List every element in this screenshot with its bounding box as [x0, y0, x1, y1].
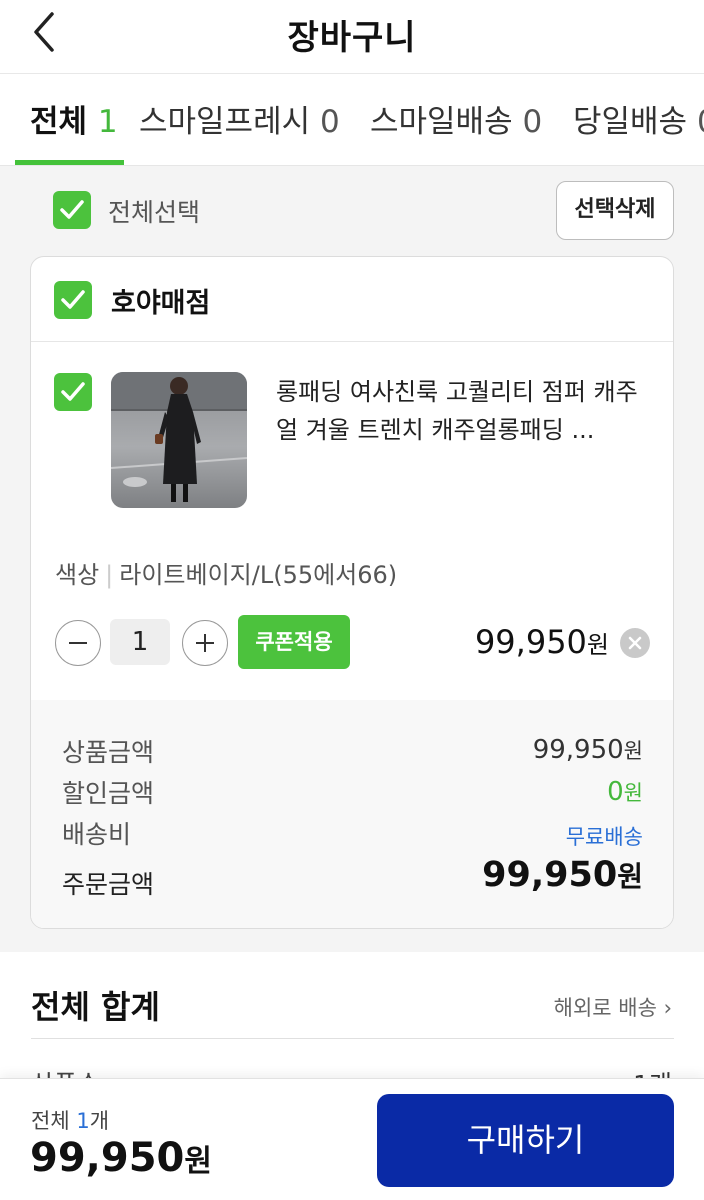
- product-amount-value: 99,950원: [532, 735, 643, 765]
- tab-smile-fresh[interactable]: 스마일프레시 0: [139, 96, 340, 141]
- shipping-label: 배송비: [62, 820, 132, 849]
- select-all-checkbox[interactable]: [53, 191, 91, 229]
- tab-count: 0: [319, 104, 340, 140]
- tab-same-day[interactable]: 당일배송 0: [573, 96, 704, 141]
- app-header: 장바구니: [0, 0, 704, 74]
- item-checkbox[interactable]: [54, 373, 92, 411]
- product-thumbnail[interactable]: [111, 372, 247, 508]
- store-card: 호야매점 롱패딩 여사친룩 고퀄리티 점퍼 캐주얼 겨울 트렌치 캐주얼롱패딩 …: [30, 256, 674, 929]
- buy-button[interactable]: 구매하기: [377, 1094, 674, 1187]
- order-amount-label: 주문금액: [62, 870, 155, 899]
- tab-count: 0: [697, 104, 704, 140]
- total-price: 99,950원: [30, 1135, 212, 1181]
- remove-item-button[interactable]: [620, 628, 650, 658]
- store-name: 호야매점: [111, 288, 211, 319]
- product-option: 색상 | 라이트베이지/L(55에서66): [55, 561, 398, 589]
- checkmark-icon: [60, 200, 84, 219]
- discount-value: 0원: [607, 777, 643, 807]
- tab-label: 스마일배송: [370, 104, 513, 140]
- store-checkbox[interactable]: [54, 281, 92, 319]
- checkmark-icon: [61, 382, 85, 401]
- delete-selected-button[interactable]: 선택삭제: [556, 181, 674, 240]
- checkout-bar: 전체 1개 99,950원 구매하기: [0, 1078, 704, 1200]
- tab-count: 0: [522, 104, 543, 140]
- close-icon: [628, 636, 642, 650]
- total-title: 전체 합계: [31, 988, 160, 1026]
- select-all-label: 전체선택: [108, 198, 201, 227]
- plus-icon: [196, 634, 214, 652]
- apply-coupon-button[interactable]: 쿠폰적용: [238, 615, 350, 669]
- quantity-decrease-button[interactable]: [55, 620, 101, 666]
- quantity-increase-button[interactable]: [182, 620, 228, 666]
- quantity-value[interactable]: 1: [110, 619, 170, 665]
- minus-icon: [69, 642, 87, 644]
- order-summary: 상품금액 99,950원 할인금액 0원 배송비 무료배송 주문금액 99,95…: [31, 700, 673, 928]
- tab-label: 당일배송: [573, 104, 688, 140]
- tab-smile-delivery[interactable]: 스마일배송 0: [370, 96, 542, 141]
- option-label: 색상: [55, 561, 100, 589]
- tab-all[interactable]: 전체 1: [30, 96, 118, 141]
- order-amount-value: 99,950원: [482, 855, 643, 895]
- total-count-label: 전체 1개: [31, 1109, 110, 1133]
- tab-label: 전체: [30, 104, 88, 140]
- product-amount-label: 상품금액: [62, 738, 155, 767]
- discount-label: 할인금액: [62, 779, 155, 808]
- checkmark-icon: [61, 290, 85, 309]
- product-title[interactable]: 롱패딩 여사친룩 고퀄리티 점퍼 캐주얼 겨울 트렌치 캐주얼롱패딩 ...: [276, 373, 646, 449]
- delivery-tabs: 전체 1 스마일프레시 0 스마일배송 0 당일배송 0: [0, 74, 704, 166]
- overseas-shipping-link[interactable]: 해외로 배송 ›: [554, 992, 672, 1022]
- divider: [31, 1038, 674, 1039]
- option-value: 라이트베이지/L(55에서66): [119, 561, 398, 589]
- item-price: 99,950원: [474, 623, 609, 661]
- divider: [31, 341, 673, 342]
- tab-label: 스마일프레시: [139, 104, 311, 140]
- tab-count: 1: [97, 104, 118, 140]
- active-tab-indicator: [15, 160, 124, 165]
- page-title: 장바구니: [287, 18, 417, 58]
- shipping-value: 무료배송: [565, 825, 643, 849]
